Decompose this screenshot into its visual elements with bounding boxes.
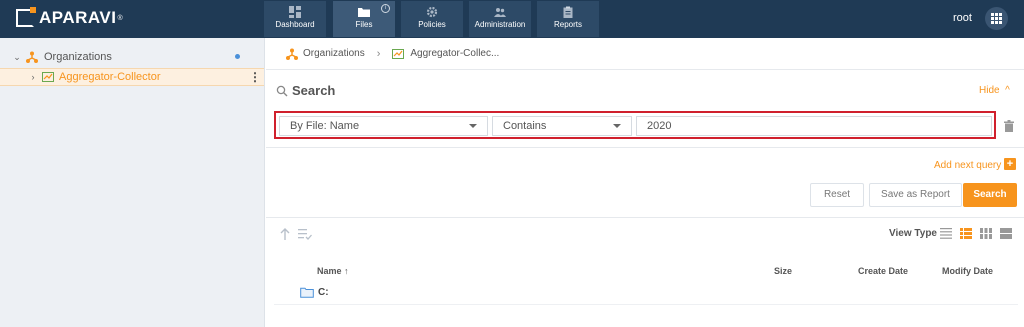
arrow-up-icon[interactable] — [280, 228, 290, 240]
column-header-label: Name — [317, 266, 342, 276]
query-row: By File: Name Contains 2020 — [274, 111, 996, 139]
view-type-label: View Type — [889, 228, 937, 239]
tree-item-organizations[interactable]: ⌄ Organizations — [0, 48, 264, 66]
query-value-text: 2020 — [647, 120, 672, 132]
view-tiles-icon[interactable] — [1000, 228, 1012, 239]
aggregator-icon — [392, 48, 405, 59]
chevron-right-icon: › — [376, 47, 381, 60]
nav-tab-policies[interactable]: Policies — [401, 1, 463, 37]
breadcrumb: Organizations › Aggregator-Collec... — [266, 38, 1024, 70]
table-row[interactable]: C: — [274, 281, 1018, 305]
sort-up-icon: ↑ — [341, 266, 349, 276]
view-grid-icon[interactable] — [980, 228, 992, 239]
hide-label: Hide — [979, 85, 1000, 96]
logo-text: APARAVI — [39, 8, 117, 27]
breadcrumb-item-aggregator[interactable]: Aggregator-Collec... — [410, 48, 499, 59]
list-check-icon[interactable] — [298, 228, 312, 240]
search-icon — [276, 85, 288, 96]
main-content: Organizations › Aggregator-Collec... Sea… — [266, 38, 1024, 327]
status-dot — [235, 54, 240, 59]
query-operator-value: Contains — [503, 120, 547, 132]
reset-button[interactable]: Reset — [810, 183, 864, 207]
nav-tab-files[interactable]: Files i — [333, 1, 395, 37]
search-heading: Search — [276, 83, 335, 98]
search-title: Search — [292, 83, 336, 98]
dashboard-icon — [289, 6, 301, 18]
nav-tab-label: Files — [355, 20, 373, 29]
caret-down-icon — [469, 124, 477, 128]
logo-registered-mark: ® — [117, 14, 123, 22]
nav-tab-label: Dashboard — [275, 20, 315, 29]
divider — [266, 217, 1024, 218]
aggregator-icon — [42, 72, 54, 82]
info-icon[interactable]: i — [381, 4, 390, 13]
logo-mark-icon — [16, 7, 36, 27]
nav-tab-administration[interactable]: Administration — [469, 1, 531, 37]
query-field-value: By File: Name — [290, 120, 360, 132]
nav-tab-label: Reports — [553, 20, 582, 29]
chevron-down-icon[interactable]: ⌄ — [12, 52, 22, 63]
sidebar-tree: ⌄ Organizations › Aggregator-Collector ⋮ — [0, 38, 265, 327]
plus-icon[interactable]: + — [1004, 158, 1016, 170]
nav-tab-label: Policies — [418, 20, 446, 29]
search-button[interactable]: Search — [963, 183, 1017, 207]
folder-icon — [300, 287, 314, 298]
nav-tab-dashboard[interactable]: Dashboard — [264, 1, 326, 37]
chevron-right-icon[interactable]: › — [28, 72, 38, 82]
column-header-create-date[interactable]: Create Date — [858, 266, 908, 276]
add-next-query-link[interactable]: Add next query — [934, 160, 1001, 171]
more-options-icon[interactable]: ⋮ — [249, 71, 261, 83]
column-header-name[interactable]: Name ↑ — [317, 266, 349, 276]
tree-item-label: Aggregator-Collector — [59, 71, 161, 83]
chevron-up-icon: ^ — [1002, 85, 1010, 96]
save-as-report-button[interactable]: Save as Report — [869, 183, 962, 207]
view-list-icon[interactable] — [940, 228, 952, 239]
query-field-select[interactable]: By File: Name — [279, 116, 488, 136]
divider — [266, 147, 1024, 148]
hide-search-toggle[interactable]: Hide ^ — [979, 85, 1010, 96]
clipboard-icon — [563, 6, 573, 18]
users-icon — [494, 8, 506, 17]
row-name: C: — [318, 287, 329, 298]
trash-icon[interactable] — [1004, 120, 1014, 132]
nav-tab-label: Administration — [474, 20, 526, 29]
organization-icon — [26, 51, 38, 63]
apps-grid-icon[interactable] — [985, 7, 1008, 30]
gear-icon — [426, 6, 438, 18]
breadcrumb-item-organizations[interactable]: Organizations — [303, 48, 365, 59]
nav-tab-reports[interactable]: Reports — [537, 1, 599, 37]
user-menu[interactable]: root — [953, 12, 972, 24]
query-operator-select[interactable]: Contains — [492, 116, 632, 136]
folder-icon — [358, 8, 370, 17]
column-header-modify-date[interactable]: Modify Date — [942, 266, 993, 276]
tree-item-label: Organizations — [44, 51, 112, 63]
organization-icon — [286, 48, 298, 60]
app-logo[interactable]: APARAVI ® — [16, 7, 123, 28]
caret-down-icon — [613, 124, 621, 128]
top-bar: APARAVI ® Dashboard Files i Policies Adm… — [0, 0, 1024, 38]
column-header-size[interactable]: Size — [774, 266, 792, 276]
view-details-icon[interactable] — [960, 228, 972, 239]
tree-item-aggregator-collector[interactable]: › Aggregator-Collector ⋮ — [0, 68, 264, 86]
query-value-input[interactable]: 2020 — [636, 116, 992, 136]
